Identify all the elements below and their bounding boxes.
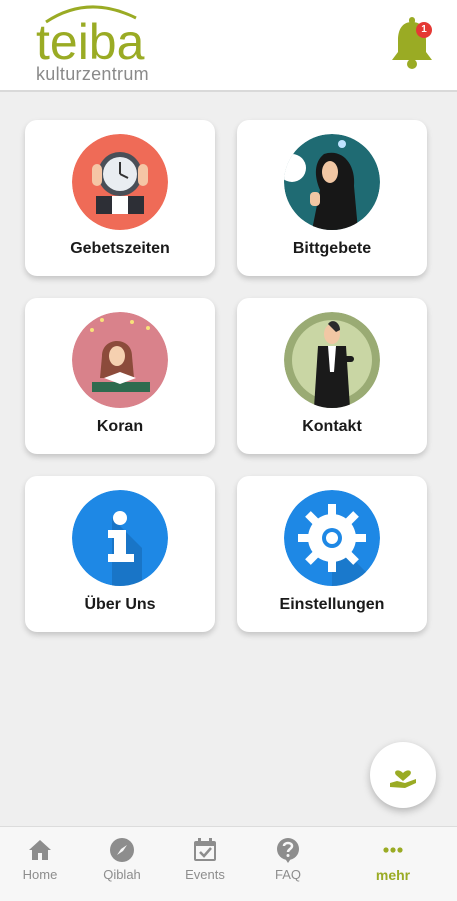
compass-icon <box>110 838 134 862</box>
reading-quran-icon <box>72 312 168 408</box>
notification-badge: 1 <box>416 22 432 38</box>
logo-wordmark: teiba <box>36 14 145 70</box>
nav-label: Qiblah <box>103 867 141 882</box>
tile-kontakt[interactable]: Kontakt <box>237 298 427 454</box>
bottom-navigation: Home Qiblah Events FAQ mehr <box>0 826 457 901</box>
tile-label: Bittgebete <box>292 240 372 257</box>
donate-heart-hand-icon <box>390 770 416 788</box>
home-icon <box>29 840 51 860</box>
nav-faq[interactable]: FAQ <box>248 827 328 901</box>
tile-gebetszeiten[interactable]: Gebetszeiten <box>25 120 215 276</box>
more-dots-icon <box>383 847 403 853</box>
teiba-logo: teiba kulturzentrum <box>28 0 198 88</box>
tile-label: Gebetszeiten <box>70 240 170 257</box>
logo-subtitle: kulturzentrum <box>36 64 149 84</box>
contact-person-icon <box>284 312 380 408</box>
tile-koran[interactable]: Koran <box>25 298 215 454</box>
tile-label: Kontakt <box>302 418 362 435</box>
gear-icon <box>284 490 380 586</box>
nav-label: Home <box>22 867 58 882</box>
nav-mehr[interactable]: mehr <box>353 827 433 901</box>
question-icon <box>277 838 299 863</box>
calendar-icon <box>194 838 216 861</box>
nav-label: Events <box>185 867 225 882</box>
alarm-clock-icon <box>72 134 168 230</box>
tile-bittgebete[interactable]: Bittgebete <box>237 120 427 276</box>
nav-label: mehr <box>375 867 411 883</box>
nav-qiblah[interactable]: Qiblah <box>82 827 162 901</box>
praying-woman-icon <box>284 134 380 230</box>
tile-einstellungen[interactable]: Einstellungen <box>237 476 427 632</box>
tile-label: Koran <box>96 418 144 435</box>
tile-label: Einstellungen <box>279 596 385 613</box>
donate-button[interactable] <box>370 742 436 808</box>
app-header: teiba kulturzentrum 1 <box>0 0 457 92</box>
nav-home[interactable]: Home <box>0 827 80 901</box>
tile-label: Über Uns <box>84 596 156 613</box>
info-icon <box>72 490 168 586</box>
nav-label: FAQ <box>274 867 301 882</box>
tile-ueber-uns[interactable]: Über Uns <box>25 476 215 632</box>
nav-events[interactable]: Events <box>165 827 245 901</box>
notifications-button[interactable]: 1 <box>388 16 440 72</box>
